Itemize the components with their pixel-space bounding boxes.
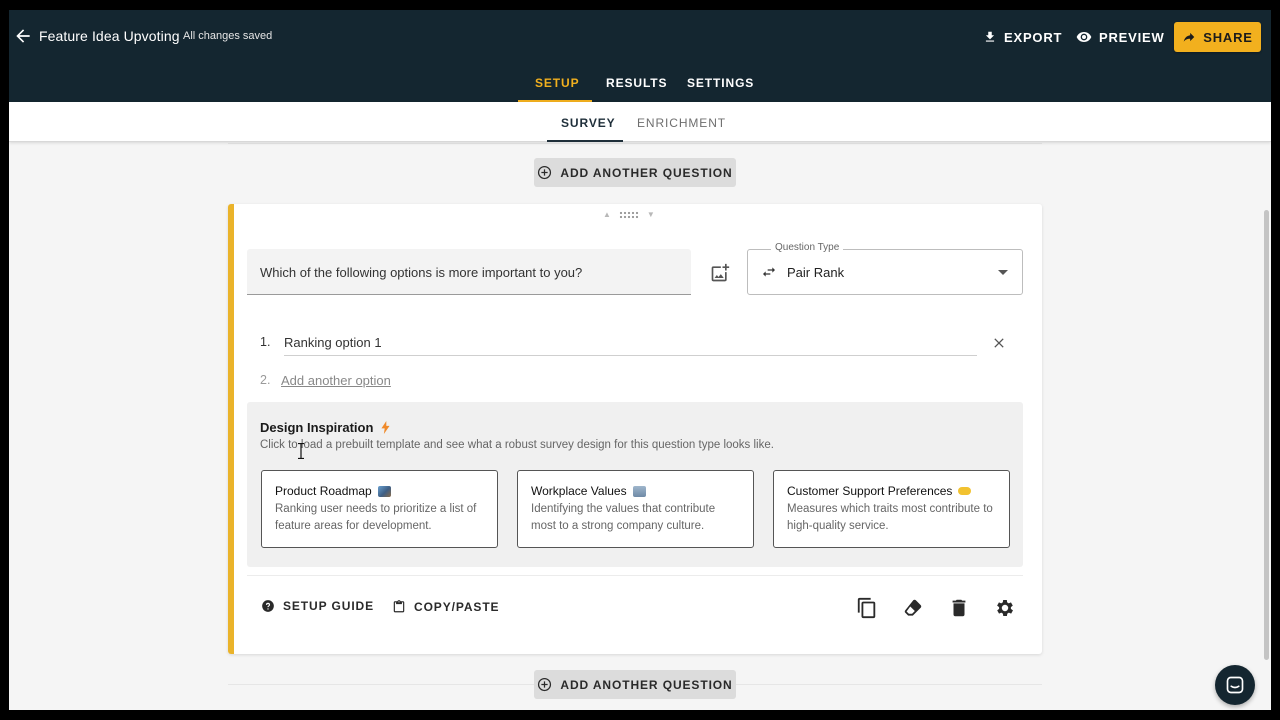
inspiration-title-text: Design Inspiration — [260, 420, 374, 435]
map-emoji-icon — [377, 485, 391, 497]
lightning-icon — [381, 421, 390, 434]
remove-option-icon[interactable] — [991, 335, 1007, 351]
eraser-icon[interactable] — [902, 597, 924, 619]
card-accent-bar — [228, 204, 234, 654]
add-option-number: 2. — [260, 373, 271, 387]
template-title-row: Product Roadmap — [275, 484, 484, 498]
handshake-icon — [958, 487, 972, 495]
template-title: Product Roadmap — [275, 484, 372, 498]
tab-settings[interactable]: SETTINGS — [687, 76, 754, 90]
divider — [228, 143, 1042, 144]
drag-dots-icon[interactable] — [618, 210, 639, 219]
copy-paste-label: COPY/PASTE — [414, 599, 500, 614]
export-label: EXPORT — [1004, 29, 1063, 45]
active-subtab-indicator — [547, 140, 623, 142]
share-button[interactable]: SHARE — [1174, 22, 1261, 52]
question-text-input[interactable]: Which of the following options is more i… — [247, 249, 691, 295]
inspiration-subtitle: Click to load a prebuilt template and se… — [260, 439, 774, 451]
chat-launcher-button[interactable] — [1215, 665, 1255, 705]
eye-icon — [1076, 32, 1092, 42]
export-button[interactable]: EXPORT — [983, 22, 1062, 52]
delete-icon[interactable] — [948, 597, 970, 619]
app-frame: Feature Idea Upvoting All changes saved … — [9, 10, 1271, 710]
template-card-product-roadmap[interactable]: Product Roadmap Ranking user needs to pr… — [261, 470, 498, 548]
text-cursor-icon — [298, 443, 304, 459]
scrollbar-thumb[interactable] — [1264, 210, 1269, 660]
add-question-button-top[interactable]: ADD ANOTHER QUESTION — [534, 158, 736, 187]
template-title: Workplace Values — [531, 484, 627, 498]
template-card-customer-support[interactable]: Customer Support Preferences Measures wh… — [773, 470, 1010, 548]
office-building-icon — [632, 485, 646, 497]
preview-label: PREVIEW — [1099, 29, 1165, 45]
duplicate-icon[interactable] — [856, 597, 878, 619]
copy-paste-button[interactable]: COPY/PASTE — [392, 599, 499, 614]
chevron-down-icon — [998, 270, 1008, 275]
save-status: All changes saved — [183, 30, 273, 42]
tab-results[interactable]: RESULTS — [606, 76, 667, 90]
add-question-label: ADD ANOTHER QUESTION — [560, 677, 733, 692]
add-circle-icon — [538, 677, 552, 692]
template-title-row: Customer Support Preferences — [787, 484, 996, 498]
drag-handle[interactable]: ▲ ▼ — [603, 210, 655, 219]
template-desc: Ranking user needs to prioritize a list … — [275, 503, 477, 532]
question-type-value: Pair Rank — [787, 265, 845, 280]
template-desc: Identifying the values that contribute m… — [531, 503, 716, 532]
tab-setup[interactable]: SETUP — [535, 76, 580, 90]
share-arrow-icon — [1183, 32, 1195, 42]
gear-icon[interactable] — [994, 597, 1016, 619]
template-title-row: Workplace Values — [531, 484, 740, 498]
card-divider — [247, 575, 1023, 576]
design-inspiration-panel: Design Inspiration Click to load a prebu… — [247, 402, 1023, 567]
question-type-select[interactable]: Question Type Pair Rank — [747, 242, 1023, 295]
add-option-link[interactable]: Add another option — [281, 373, 391, 388]
sub-tabs: SURVEY ENRICHMENT — [9, 102, 1271, 142]
move-up-icon[interactable]: ▲ — [603, 210, 611, 219]
download-icon — [985, 31, 995, 42]
inspiration-title: Design Inspiration — [260, 420, 390, 435]
survey-title[interactable]: Feature Idea Upvoting — [39, 28, 180, 44]
add-image-icon[interactable] — [710, 263, 730, 283]
chat-icon — [1226, 676, 1244, 694]
tab-enrichment[interactable]: ENRICHMENT — [637, 116, 726, 130]
add-question-button-bottom[interactable]: ADD ANOTHER QUESTION — [534, 670, 736, 699]
add-question-label: ADD ANOTHER QUESTION — [560, 165, 733, 180]
setup-guide-label: SETUP GUIDE — [283, 599, 375, 613]
share-label: SHARE — [1203, 29, 1253, 45]
question-type-legend: Question Type — [771, 242, 844, 253]
option-number: 1. — [260, 335, 271, 349]
swap-arrows-icon — [763, 267, 775, 277]
help-circle-icon — [262, 600, 274, 612]
clipboard-icon — [393, 600, 405, 613]
preview-button[interactable]: PREVIEW — [1076, 22, 1165, 52]
back-arrow-icon[interactable] — [13, 26, 33, 46]
question-card: ▲ ▼ Which of the following options is mo… — [228, 204, 1042, 654]
setup-guide-button[interactable]: SETUP GUIDE — [261, 599, 374, 613]
template-desc: Measures which traits most contribute to… — [787, 503, 993, 532]
tab-survey[interactable]: SURVEY — [561, 116, 616, 130]
option-input[interactable]: Ranking option 1 — [284, 331, 977, 356]
move-down-icon[interactable]: ▼ — [647, 210, 655, 219]
main-tabs: SETUP RESULTS SETTINGS — [9, 70, 1271, 102]
add-circle-icon — [538, 165, 552, 180]
template-card-workplace-values[interactable]: Workplace Values Identifying the values … — [517, 470, 754, 548]
top-bar: Feature Idea Upvoting All changes saved … — [9, 10, 1271, 102]
template-title: Customer Support Preferences — [787, 484, 953, 498]
